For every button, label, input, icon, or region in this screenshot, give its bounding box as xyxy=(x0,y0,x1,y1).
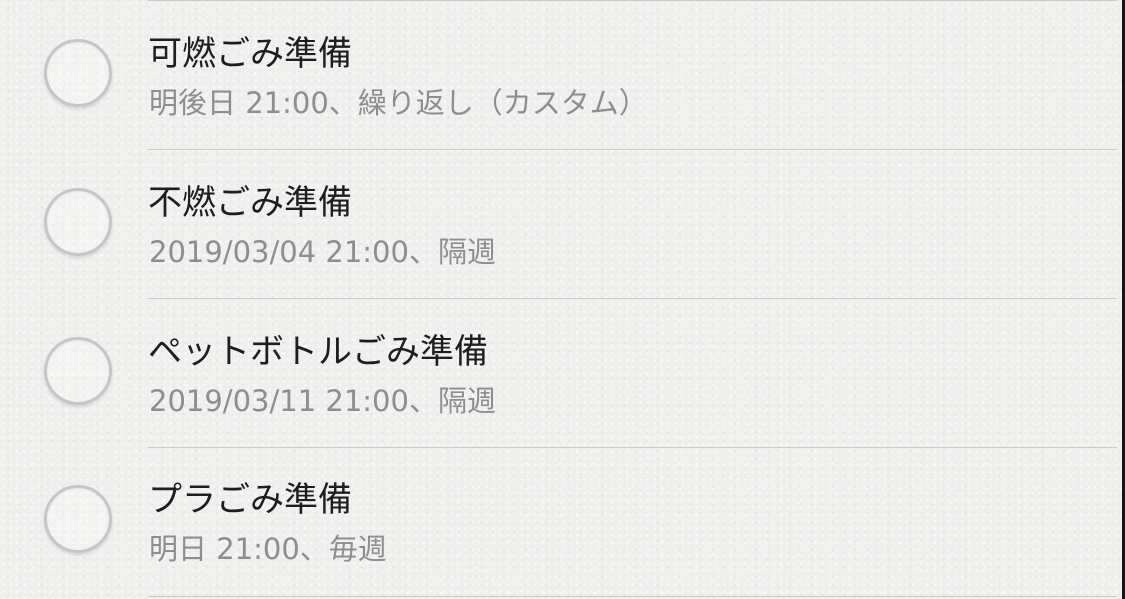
reminder-row[interactable]: プラごみ準備 明日 21:00、毎週 xyxy=(0,446,1125,597)
reminder-detail: 2019/03/04 21:00、隔週 xyxy=(149,235,496,269)
reminder-detail: 2019/03/11 21:00、隔週 xyxy=(149,384,496,418)
reminder-detail: 明後日 21:00、繰り返し（カスタム） xyxy=(149,86,648,120)
reminder-row[interactable]: ペットボトルごみ準備 2019/03/11 21:00、隔週 xyxy=(0,298,1125,448)
reminder-list: 可燃ごみ準備 明後日 21:00、繰り返し（カスタム） 不燃ごみ準備 2019/… xyxy=(0,0,1125,599)
reminder-title[interactable]: ペットボトルごみ準備 xyxy=(148,335,488,369)
reminder-title[interactable]: 可燃ごみ準備 xyxy=(148,37,352,71)
reminder-detail: 明日 21:00、毎週 xyxy=(149,532,387,566)
reminder-row[interactable]: 不燃ごみ準備 2019/03/04 21:00、隔週 xyxy=(0,149,1125,299)
row-divider xyxy=(148,596,1117,597)
reminder-row[interactable]: 可燃ごみ準備 明後日 21:00、繰り返し（カスタム） xyxy=(0,0,1125,150)
completion-circle-icon[interactable] xyxy=(44,485,112,553)
completion-circle-icon[interactable] xyxy=(44,39,112,107)
reminder-title[interactable]: 不燃ごみ準備 xyxy=(148,186,352,220)
completion-circle-icon[interactable] xyxy=(44,337,112,405)
reminder-title[interactable]: プラごみ準備 xyxy=(148,483,352,517)
completion-circle-icon[interactable] xyxy=(44,188,112,256)
